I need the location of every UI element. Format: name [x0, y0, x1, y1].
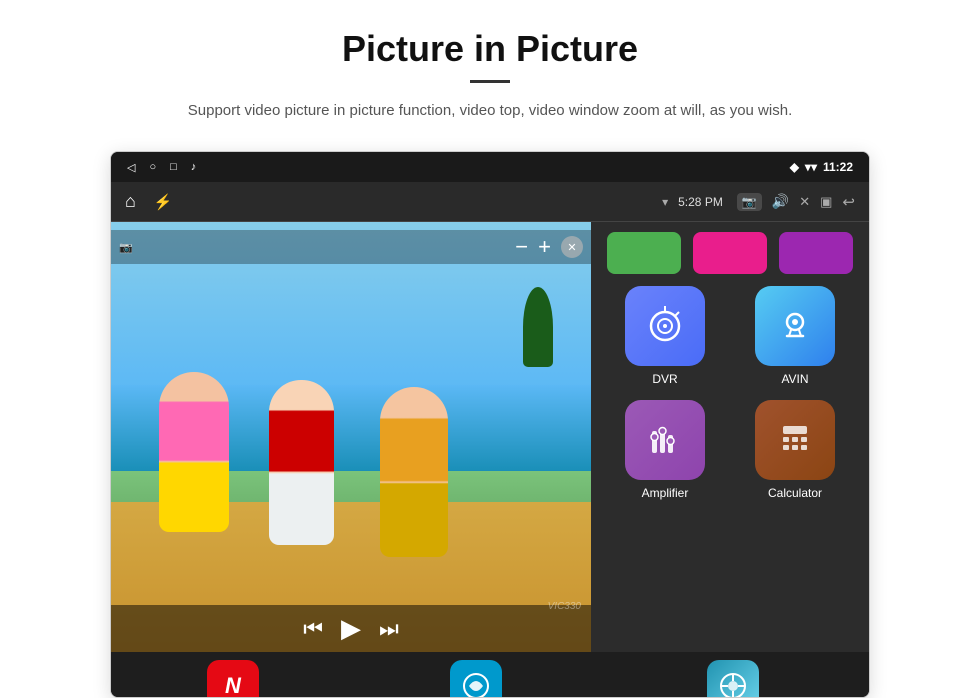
bottom-app-row: N Netflix SiriusXM — [111, 652, 869, 698]
app-grid-area: DVR AVIN — [591, 222, 869, 652]
netflix-svg-icon: N — [218, 671, 248, 698]
person-2 — [269, 380, 334, 545]
pip-icon[interactable]: ▣ — [820, 194, 832, 210]
camera-icon[interactable]: 📷 — [737, 193, 762, 211]
avin-icon-box — [755, 286, 835, 366]
bottom-app-siriusxm[interactable]: SiriusXM — [450, 660, 502, 698]
usb-icon[interactable]: ⚡ — [154, 193, 173, 211]
status-bar-nav: ◁ ○ □ ♪ — [127, 161, 196, 174]
pip-prev-btn[interactable]: ⏮ — [303, 616, 323, 642]
pip-controls-bar: 📷 − + ✕ — [111, 230, 591, 264]
wheelkey-svg-icon — [718, 671, 748, 698]
back-icon[interactable]: ↩ — [842, 193, 855, 211]
pip-window-controls: − + ✕ — [515, 234, 583, 260]
pip-photo-bg — [111, 222, 591, 652]
status-bar-right: ◆ ▾▾ 11:22 — [790, 160, 853, 174]
pip-area: 📷 − + ✕ ⏮ ▶ ⏭ VIC330 — [111, 222, 591, 652]
pip-minimize-btn[interactable]: − — [515, 234, 528, 260]
amplifier-icon-box — [625, 400, 705, 480]
nav-recent-icon[interactable]: □ — [170, 161, 177, 173]
app-top-row — [603, 232, 857, 274]
app-icon-calculator[interactable]: Calculator — [737, 400, 853, 500]
app-bar-left: ⌂ ⚡ — [125, 191, 173, 212]
calculator-svg-icon — [777, 422, 813, 458]
netflix-icon-box: N — [207, 660, 259, 698]
pip-close-icon: ✕ — [567, 241, 576, 254]
calculator-icon-box — [755, 400, 835, 480]
pip-camera-icon: 📷 — [119, 241, 133, 254]
dvr-icon-box — [625, 286, 705, 366]
pip-close-btn[interactable]: ✕ — [561, 236, 583, 258]
avin-label: AVIN — [781, 372, 808, 386]
app-icon-dvr[interactable]: DVR — [607, 286, 723, 386]
bottom-app-netflix[interactable]: N Netflix — [207, 660, 259, 698]
siriusxm-icon-box — [450, 660, 502, 698]
pip-expand-btn[interactable]: + — [538, 234, 551, 260]
location-icon: ◆ — [790, 160, 799, 174]
app-bar-right: ▾ 5:28 PM 📷 🔊 ✕ ▣ ↩ — [662, 193, 855, 211]
app-bar-time: 5:28 PM — [678, 195, 723, 209]
person-1 — [159, 372, 229, 532]
pip-video: 📷 − + ✕ ⏮ ▶ ⏭ VIC330 — [111, 222, 591, 652]
app-icon-avin[interactable]: AVIN — [737, 286, 853, 386]
volume-icon[interactable]: 🔊 — [772, 193, 789, 210]
calculator-label: Calculator — [768, 486, 822, 500]
page-header: Picture in Picture Support video picture… — [0, 0, 980, 133]
page-subtitle: Support video picture in picture functio… — [140, 99, 840, 123]
nav-music-icon[interactable]: ♪ — [191, 161, 197, 173]
device-container: ◁ ○ □ ♪ ◆ ▾▾ 11:22 ⌂ ⚡ ▾ 5:28 PM 📷 🔊 ✕ ▣… — [110, 151, 870, 698]
close-x-icon[interactable]: ✕ — [799, 194, 810, 210]
svg-text:N: N — [225, 673, 242, 698]
amplifier-svg-icon — [646, 421, 684, 459]
app-icons-grid: DVR AVIN — [603, 286, 857, 500]
wheelkey-icon-box — [707, 660, 759, 698]
dvr-svg-icon — [645, 306, 685, 346]
bottom-app-wheelkey[interactable]: Wheelkey Study — [694, 660, 773, 698]
main-content: 📷 − + ✕ ⏮ ▶ ⏭ VIC330 — [111, 222, 869, 652]
top-btn-green[interactable] — [607, 232, 681, 274]
title-divider — [470, 80, 510, 83]
pip-play-btn[interactable]: ▶ — [341, 613, 361, 644]
nav-home-icon[interactable]: ○ — [149, 161, 156, 173]
tree — [523, 287, 553, 367]
home-icon[interactable]: ⌂ — [125, 191, 136, 212]
status-bar: ◁ ○ □ ♪ ◆ ▾▾ 11:22 — [111, 152, 869, 182]
wifi-icon: ▾▾ — [805, 160, 817, 174]
avin-svg-icon — [777, 308, 813, 344]
amplifier-label: Amplifier — [642, 486, 689, 500]
pip-next-btn[interactable]: ⏭ — [379, 616, 399, 642]
status-time: 11:22 — [823, 160, 853, 174]
top-btn-purple[interactable] — [779, 232, 853, 274]
top-btn-pink[interactable] — [693, 232, 767, 274]
app-bar: ⌂ ⚡ ▾ 5:28 PM 📷 🔊 ✕ ▣ ↩ — [111, 182, 869, 222]
pip-playback: ⏮ ▶ ⏭ — [111, 605, 591, 652]
app-icon-amplifier[interactable]: Amplifier — [607, 400, 723, 500]
person-3 — [380, 387, 448, 557]
nav-back-icon[interactable]: ◁ — [127, 161, 135, 174]
wifi-bar-icon: ▾ — [662, 195, 668, 209]
siriusxm-svg-icon — [461, 671, 491, 698]
watermark: VIC330 — [548, 601, 581, 612]
dvr-label: DVR — [652, 372, 677, 386]
page-title: Picture in Picture — [40, 28, 940, 70]
